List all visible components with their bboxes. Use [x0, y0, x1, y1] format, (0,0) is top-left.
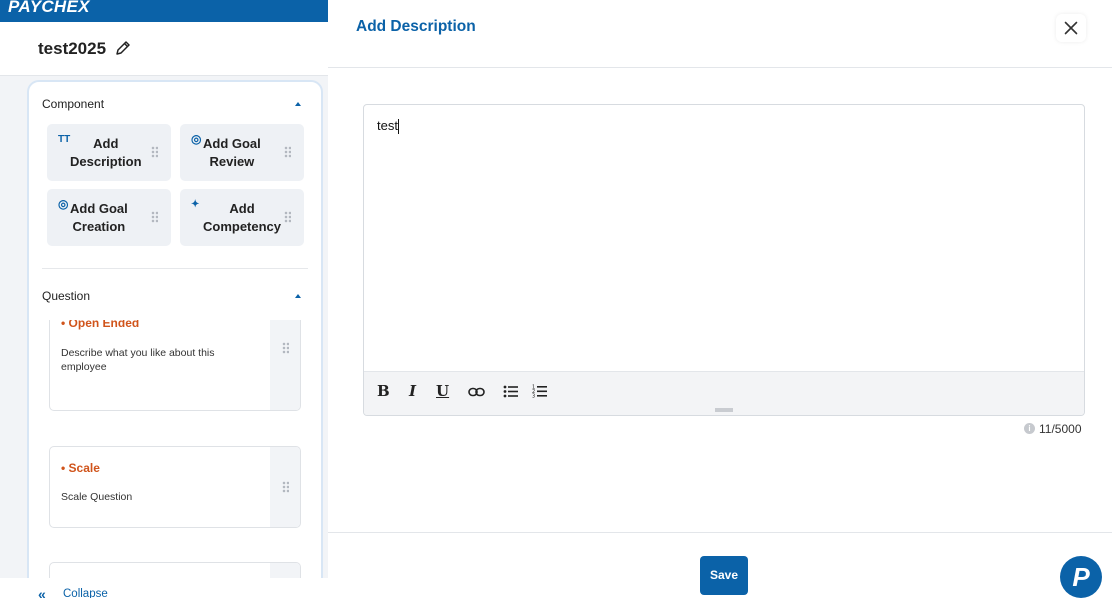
drag-handle-icon[interactable]: [284, 211, 291, 223]
drag-handle-icon[interactable]: [282, 342, 289, 354]
drag-handle-icon[interactable]: [151, 146, 158, 158]
question-type: • Open Ended: [61, 320, 140, 330]
form-title-bar: test2025: [0, 22, 328, 76]
question-section-heading: Question: [42, 289, 91, 303]
target-icon: ◎: [58, 197, 69, 211]
rich-text-editor[interactable]: test B I U 1 2 3: [363, 104, 1085, 416]
dialog-footer: Save: [328, 532, 1112, 598]
components-panel: Component TT Add Description ◎ Add Goal …: [27, 80, 323, 598]
question-card-open-ended[interactable]: • Open Ended Describe what you like abou…: [49, 320, 301, 411]
bold-button[interactable]: B: [377, 382, 390, 400]
text-icon: TT: [58, 134, 71, 145]
component-label: Add Goal Creation: [70, 201, 128, 234]
info-icon: i: [1024, 423, 1035, 434]
collapse-link[interactable]: Collapse: [63, 588, 108, 598]
component-label: Add Competency: [203, 201, 282, 234]
question-description: Scale Question: [61, 491, 133, 503]
drag-handle-icon[interactable]: [284, 146, 291, 158]
close-button[interactable]: [1056, 14, 1086, 42]
form-title: test2025: [38, 39, 107, 58]
section-divider: [42, 268, 308, 269]
paychex-logo: PAYCHEX: [8, 0, 90, 16]
underline-button[interactable]: U: [436, 382, 449, 400]
chevron-up-icon[interactable]: [295, 294, 301, 298]
resize-handle[interactable]: [715, 408, 733, 412]
numbered-list-icon[interactable]: 1 2 3: [532, 384, 547, 398]
component-add-goal-review[interactable]: ◎ Add Goal Review: [180, 124, 304, 181]
add-description-dialog: Add Description test B I U 1 2 3 Save: [328, 0, 1112, 598]
drag-handle-icon[interactable]: [282, 481, 289, 493]
component-label: Add Goal Review: [203, 136, 261, 169]
italic-button[interactable]: I: [409, 382, 416, 400]
component-add-competency[interactable]: ✦ Add Competency: [180, 189, 304, 246]
dialog-header: Add Description: [328, 0, 1112, 68]
target-icon: ◎: [191, 132, 202, 146]
question-type: • Scale: [61, 461, 100, 475]
drag-rail[interactable]: [270, 320, 300, 410]
dialog-title: Add Description: [356, 18, 476, 35]
bulleted-list-icon[interactable]: [503, 385, 518, 398]
character-counter: 11/5000: [1039, 422, 1082, 436]
pencil-icon[interactable]: [115, 40, 131, 56]
svg-text:3: 3: [532, 394, 535, 399]
component-section-heading: Component: [42, 97, 105, 111]
paychex-p-icon: P: [1072, 562, 1090, 592]
drag-rail[interactable]: [270, 447, 300, 527]
chevron-up-icon[interactable]: [295, 102, 301, 106]
editor-content[interactable]: test: [377, 118, 398, 133]
component-add-goal-creation[interactable]: ◎ Add Goal Creation: [47, 189, 171, 246]
drag-handle-icon[interactable]: [151, 211, 158, 223]
question-description: Describe what you like about this employ…: [61, 347, 215, 373]
question-card-scale[interactable]: • Scale Scale Question: [49, 446, 301, 528]
close-icon: [1064, 21, 1078, 35]
collapse-bar: [0, 578, 328, 598]
link-icon[interactable]: [468, 386, 485, 398]
builder-sidebar: PAYCHEX test2025 Component TT Add Descri…: [0, 0, 328, 598]
paychex-assistant-button[interactable]: P: [1060, 556, 1102, 598]
component-add-description[interactable]: TT Add Description: [47, 124, 171, 181]
save-button[interactable]: Save: [700, 556, 748, 595]
sparkle-icon: ✦: [191, 199, 200, 210]
brand-bar: PAYCHEX: [0, 0, 328, 22]
component-label: Add Description: [70, 136, 142, 169]
text-cursor: [398, 119, 399, 134]
double-chevron-left-icon[interactable]: «: [38, 586, 46, 598]
